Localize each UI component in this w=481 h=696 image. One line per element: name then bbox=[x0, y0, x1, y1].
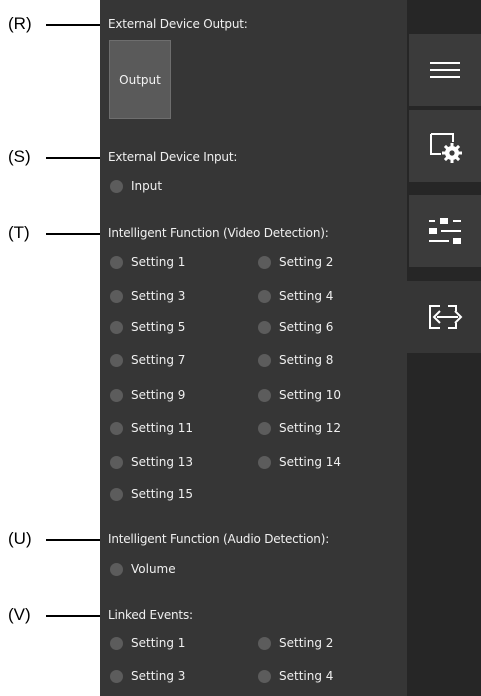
indicator-label: Volume bbox=[131, 562, 176, 576]
video-setting-3[interactable]: Setting 3 bbox=[110, 287, 185, 305]
callout-line bbox=[46, 233, 107, 235]
callout-v: (V) bbox=[8, 604, 108, 626]
indicator-dot-icon bbox=[110, 179, 123, 193]
external-input-title: External Device Input: bbox=[108, 150, 238, 164]
callout-label: (R) bbox=[8, 14, 32, 33]
indicator-dot-icon bbox=[110, 388, 123, 402]
indicator-label: Setting 2 bbox=[279, 636, 334, 650]
output-button-label: Output bbox=[119, 72, 161, 87]
external-output-title: External Device Output: bbox=[108, 17, 248, 31]
hamburger-menu-icon bbox=[430, 62, 460, 78]
indicator-label: Setting 3 bbox=[131, 669, 186, 683]
input-indicator[interactable]: Input bbox=[110, 177, 162, 195]
sliders-icon bbox=[429, 218, 461, 244]
right-sidebar bbox=[407, 0, 481, 696]
indicator-label: Setting 1 bbox=[131, 255, 186, 269]
indicator-dot-icon bbox=[258, 421, 271, 435]
callout-line bbox=[46, 539, 107, 541]
screen-settings-icon bbox=[430, 133, 462, 163]
indicator-dot-icon bbox=[258, 636, 271, 650]
indicator-dot-icon bbox=[258, 320, 271, 334]
indicator-dot-icon bbox=[110, 353, 123, 367]
video-setting-15[interactable]: Setting 15 bbox=[110, 485, 193, 503]
video-setting-10[interactable]: Setting 10 bbox=[258, 386, 341, 404]
indicator-label: Setting 2 bbox=[279, 255, 334, 269]
indicator-label: Setting 4 bbox=[279, 669, 334, 683]
video-setting-5[interactable]: Setting 5 bbox=[110, 318, 185, 336]
indicator-label: Setting 1 bbox=[131, 636, 186, 650]
video-setting-8[interactable]: Setting 8 bbox=[258, 351, 333, 369]
video-setting-11[interactable]: Setting 11 bbox=[110, 419, 193, 437]
linked-setting-3[interactable]: Setting 3 bbox=[110, 667, 185, 685]
adjustments-button[interactable] bbox=[409, 195, 481, 267]
screen-settings-button[interactable] bbox=[409, 110, 481, 182]
indicator-label: Setting 8 bbox=[279, 353, 334, 367]
indicator-dot-icon bbox=[110, 421, 123, 435]
callout-label: (V) bbox=[8, 605, 31, 624]
video-setting-6[interactable]: Setting 6 bbox=[258, 318, 333, 336]
callout-label: (S) bbox=[8, 147, 31, 166]
callout-line bbox=[46, 615, 107, 617]
linked-setting-2[interactable]: Setting 2 bbox=[258, 634, 333, 652]
indicator-dot-icon bbox=[258, 353, 271, 367]
indicator-dot-icon bbox=[110, 636, 123, 650]
callout-label: (U) bbox=[8, 529, 32, 548]
indicator-dot-icon bbox=[258, 388, 271, 402]
indicator-dot-icon bbox=[110, 669, 123, 683]
indicator-label: Setting 15 bbox=[131, 487, 194, 501]
linked-setting-4[interactable]: Setting 4 bbox=[258, 667, 333, 685]
indicator-label: Setting 7 bbox=[131, 353, 186, 367]
linked-setting-1[interactable]: Setting 1 bbox=[110, 634, 185, 652]
indicator-label: Setting 4 bbox=[279, 289, 334, 303]
io-settings-button[interactable] bbox=[407, 281, 481, 353]
callout-r: (R) bbox=[8, 13, 108, 35]
callout-line bbox=[46, 24, 107, 26]
indicator-label: Setting 12 bbox=[279, 421, 342, 435]
indicator-dot-icon bbox=[110, 255, 123, 269]
callout-label: (T) bbox=[8, 223, 30, 242]
callout-line bbox=[46, 157, 107, 159]
menu-button[interactable] bbox=[409, 34, 481, 106]
video-setting-14[interactable]: Setting 14 bbox=[258, 453, 341, 471]
indicator-dot-icon bbox=[258, 289, 271, 303]
indicator-label: Setting 13 bbox=[131, 455, 194, 469]
indicator-dot-icon bbox=[258, 455, 271, 469]
callout-u: (U) bbox=[8, 528, 108, 550]
indicator-label: Input bbox=[131, 179, 163, 193]
video-setting-1[interactable]: Setting 1 bbox=[110, 253, 185, 271]
output-button[interactable]: Output bbox=[109, 40, 171, 119]
linked-events-title: Linked Events: bbox=[108, 608, 193, 622]
video-setting-9[interactable]: Setting 9 bbox=[110, 386, 185, 404]
audio-detection-title: Intelligent Function (Audio Detection): bbox=[108, 532, 330, 546]
indicator-dot-icon bbox=[258, 669, 271, 683]
callout-t: (T) bbox=[8, 222, 108, 244]
callout-s: (S) bbox=[8, 146, 108, 168]
indicator-label: Setting 3 bbox=[131, 289, 186, 303]
indicator-label: Setting 11 bbox=[131, 421, 194, 435]
indicator-dot-icon bbox=[110, 455, 123, 469]
video-setting-4[interactable]: Setting 4 bbox=[258, 287, 333, 305]
indicator-dot-icon bbox=[110, 320, 123, 334]
video-setting-13[interactable]: Setting 13 bbox=[110, 453, 193, 471]
indicator-label: Setting 14 bbox=[279, 455, 342, 469]
indicator-dot-icon bbox=[110, 562, 123, 576]
video-setting-2[interactable]: Setting 2 bbox=[258, 253, 333, 271]
video-setting-12[interactable]: Setting 12 bbox=[258, 419, 341, 437]
audio-volume-indicator[interactable]: Volume bbox=[110, 560, 176, 578]
input-output-arrows-icon bbox=[429, 305, 463, 329]
indicator-dot-icon bbox=[258, 255, 271, 269]
io-status-panel: External Device Output: Output External … bbox=[100, 0, 407, 696]
indicator-label: Setting 10 bbox=[279, 388, 342, 402]
indicator-label: Setting 9 bbox=[131, 388, 186, 402]
indicator-dot-icon bbox=[110, 289, 123, 303]
video-detection-title: Intelligent Function (Video Detection): bbox=[108, 226, 329, 240]
indicator-label: Setting 6 bbox=[279, 320, 334, 334]
video-setting-7[interactable]: Setting 7 bbox=[110, 351, 185, 369]
indicator-label: Setting 5 bbox=[131, 320, 186, 334]
indicator-dot-icon bbox=[110, 487, 123, 501]
